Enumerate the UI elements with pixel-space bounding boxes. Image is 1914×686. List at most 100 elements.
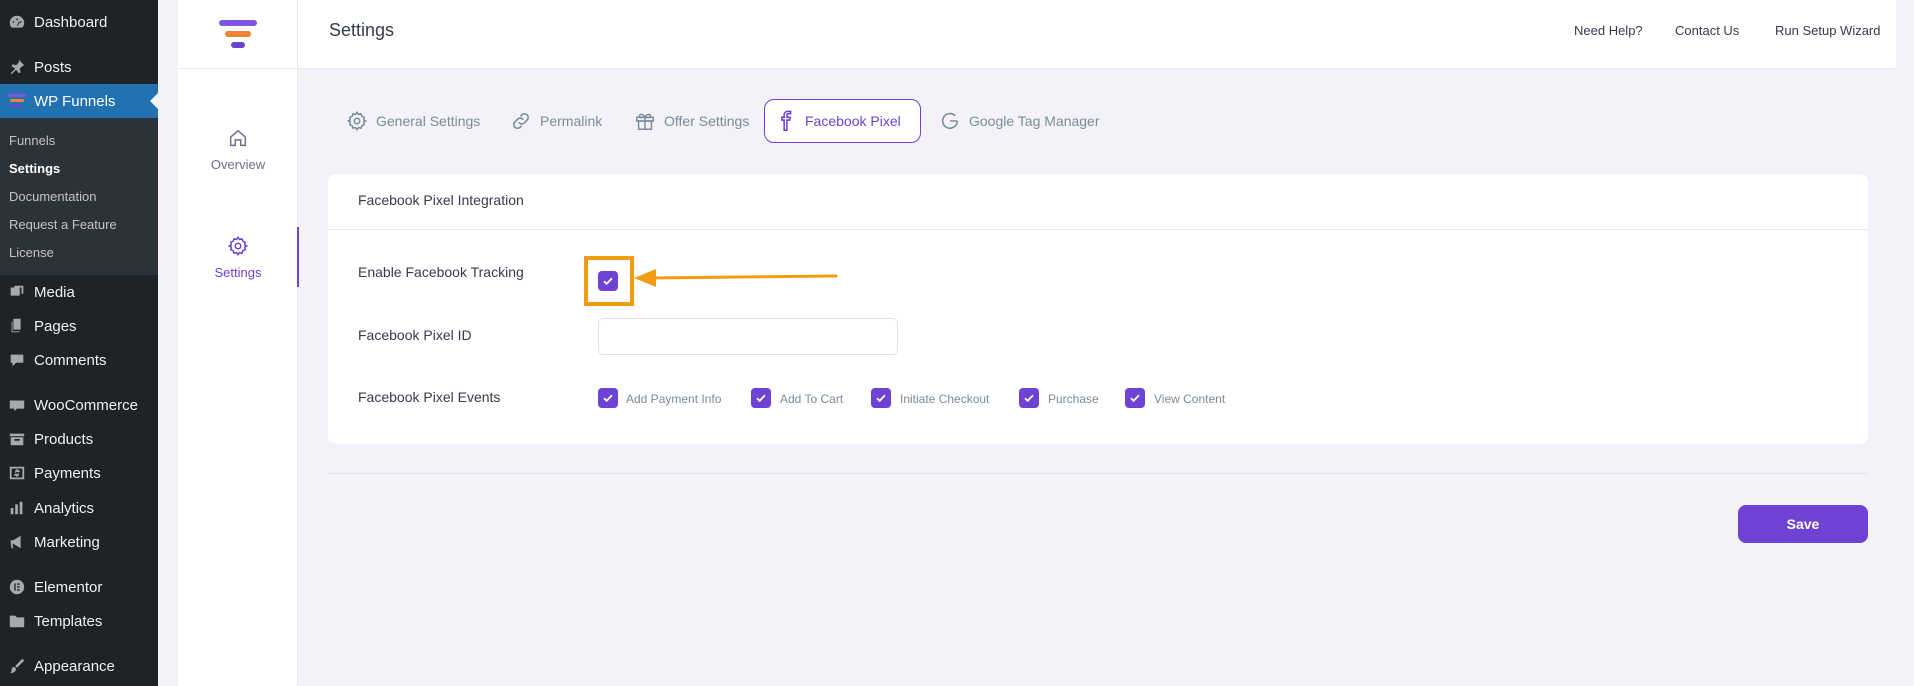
home-icon [229,129,247,146]
wp-menu-comments[interactable]: Comments [0,343,158,377]
wp-menu-payments[interactable]: Payments [0,456,158,490]
tab-general-settings[interactable]: General Settings [336,99,494,143]
wp-menu-label: Dashboard [34,13,108,31]
wp-menu-label: Elementor [34,578,103,596]
event-checkbox-purchase[interactable] [1019,388,1039,408]
wpfunnels-logo-icon [218,19,257,48]
comments-icon [6,349,28,371]
pin-icon [6,56,28,78]
tab-facebook-pixel[interactable]: Facebook Pixel [764,99,921,143]
wp-menu-label: Templates [34,612,103,630]
check-icon [756,394,766,403]
save-button[interactable]: Save [1738,505,1868,543]
wp-menu-label: Pages [34,317,77,335]
card-divider [328,229,1868,230]
check-icon [603,394,613,403]
tab-google-tag-manager[interactable]: Google Tag Manager [929,99,1114,143]
facebook-icon [781,110,792,131]
wp-menu-dashboard[interactable]: Dashboard [0,5,158,39]
megaphone-icon [6,531,28,553]
payments-icon [6,462,28,484]
check-icon [876,394,886,403]
wp-menu-label: Products [34,430,94,448]
facebook-pixel-card: Facebook Pixel Integration Enable Facebo… [328,174,1868,444]
event-label-add-payment-info: Add Payment Info [626,392,722,406]
wp-funnels-submenu: Funnels Settings Documentation Request a… [0,118,158,275]
annotation-arrow-icon [634,269,838,287]
run-setup-wizard-link[interactable]: Run Setup Wizard [1775,23,1881,38]
submenu-settings[interactable]: Settings [9,161,60,176]
nav-settings-label: Settings [214,264,262,280]
nav-overview[interactable]: Overview [178,119,298,179]
card-title: Facebook Pixel Integration [358,192,524,208]
submenu-funnels[interactable]: Funnels [9,133,55,148]
gear-icon [227,235,249,256]
tab-offer-settings[interactable]: Offer Settings [624,99,763,143]
check-icon [1024,394,1034,403]
gear-icon [346,111,368,131]
wp-menu-label: Appearance [34,657,115,675]
event-checkbox-add-payment-info[interactable] [598,388,618,408]
pages-icon [6,315,28,337]
tab-label: Offer Settings [664,113,750,129]
google-icon [941,112,959,130]
tab-label: Permalink [540,113,603,129]
wp-menu-woocommerce[interactable]: WooCommerce [0,388,158,422]
need-help-link[interactable]: Need Help? [1574,23,1643,38]
analytics-icon [6,497,28,519]
pixel-id-input[interactable] [598,318,898,355]
tab-permalink[interactable]: Permalink [500,99,616,143]
wpfunnels-icon [6,90,28,112]
submenu-documentation[interactable]: Documentation [9,189,96,204]
pixel-id-label: Facebook Pixel ID [358,327,472,343]
products-icon [6,428,28,450]
wp-menu-label: Marketing [34,533,100,551]
event-checkbox-view-content[interactable] [1125,388,1145,408]
tab-label: Google Tag Manager [969,113,1100,129]
wp-menu-label: Payments [34,464,101,482]
wp-admin-sidebar: Dashboard Posts WP Funnels Funnels Setti… [0,0,158,686]
event-label-add-to-cart: Add To Cart [780,392,844,406]
check-icon [1130,394,1140,403]
wp-menu-media[interactable]: Media [0,275,158,309]
link-icon [513,113,529,129]
wp-menu-label: Posts [34,58,72,76]
wp-menu-label: Analytics [34,499,95,517]
media-icon [6,281,28,303]
enable-tracking-label: Enable Facebook Tracking [358,264,524,280]
contact-us-link[interactable]: Contact Us [1675,23,1739,38]
pixel-events-label: Facebook Pixel Events [358,389,501,405]
event-checkbox-initiate-checkout[interactable] [871,388,891,408]
wp-menu-elementor[interactable]: Elementor [0,570,158,604]
event-label-purchase: Purchase [1048,392,1099,406]
submenu-license[interactable]: License [9,245,54,260]
wp-menu-products[interactable]: Products [0,422,158,456]
wp-menu-analytics[interactable]: Analytics [0,491,158,525]
wp-menu-label: Comments [34,351,107,369]
nav-overview-label: Overview [210,156,266,172]
section-divider [328,473,1868,474]
nav-settings[interactable]: Settings [178,227,299,287]
elementor-icon [6,576,28,598]
plugin-left-nav: Overview Settings [178,69,299,686]
tab-label: General Settings [376,113,481,129]
tab-label: Facebook Pixel [805,113,901,129]
wp-menu-label: WooCommerce [34,396,138,414]
annotation-highlight-box [584,256,634,306]
wp-menu-marketing[interactable]: Marketing [0,525,158,559]
wp-menu-posts[interactable]: Posts [0,50,158,84]
wp-menu-pages[interactable]: Pages [0,309,158,343]
woocommerce-icon [6,394,28,416]
gift-icon [636,113,654,130]
wpfunnels-logo [178,0,298,69]
event-checkbox-add-to-cart[interactable] [751,388,771,408]
dashboard-icon [6,11,28,33]
wp-menu-appearance[interactable]: Appearance [0,649,158,683]
event-label-view-content: View Content [1154,392,1226,406]
wp-menu-wp-funnels[interactable]: WP Funnels [0,84,158,118]
event-label-initiate-checkout: Initiate Checkout [900,392,990,406]
folder-icon [6,610,28,632]
submenu-request-feature[interactable]: Request a Feature [9,217,117,232]
wp-menu-templates[interactable]: Templates [0,604,158,638]
wp-menu-label: WP Funnels [34,92,116,110]
